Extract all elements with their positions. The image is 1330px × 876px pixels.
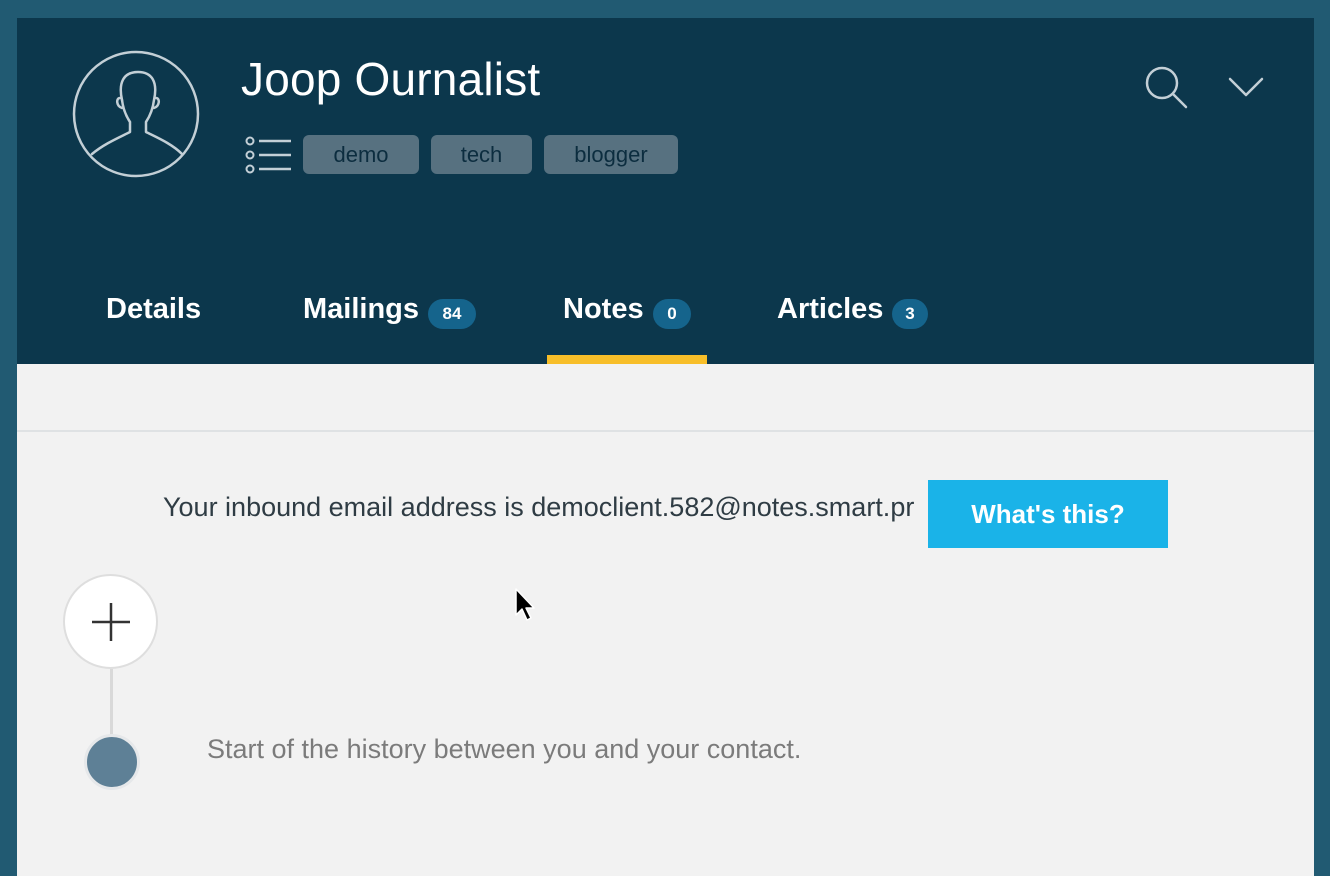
contact-window: Joop Ournalist demo tech blogger Details… [17, 18, 1314, 876]
avatar-icon [72, 50, 200, 178]
inbound-email-text: Your inbound email address is democlient… [163, 492, 915, 522]
mailings-count-badge: 84 [428, 299, 476, 329]
tab-articles-label: Articles [777, 293, 884, 325]
tag-blogger[interactable]: blogger [544, 135, 678, 174]
plus-icon [92, 603, 130, 641]
tag-tech[interactable]: tech [431, 135, 532, 174]
chevron-down-icon[interactable] [1227, 74, 1265, 100]
tab-mailings[interactable]: Mailings 84 [303, 280, 483, 364]
history-start-text: Start of the history between you and you… [207, 734, 802, 764]
search-icon[interactable] [1143, 64, 1189, 110]
mouse-cursor-icon [515, 588, 535, 621]
notes-toolbar [17, 364, 1314, 432]
timeline-line [110, 669, 113, 739]
contact-name: Joop Ournalist [241, 53, 541, 105]
notes-count-badge: 0 [653, 299, 691, 329]
timeline-start-dot [84, 734, 140, 790]
contact-header: Joop Ournalist demo tech blogger Details… [17, 18, 1314, 364]
tab-notes-label: Notes [563, 293, 644, 325]
active-tab-indicator [547, 355, 707, 364]
tab-details-label: Details [106, 293, 202, 325]
tab-notes[interactable]: Notes 0 [563, 280, 703, 364]
tag-demo[interactable]: demo [303, 135, 419, 174]
tab-mailings-label: Mailings [303, 293, 420, 325]
add-note-button[interactable] [63, 574, 158, 669]
tab-details[interactable]: Details [106, 280, 216, 364]
list-icon[interactable] [245, 136, 293, 174]
tab-bar: Details Mailings 84 Notes 0 Articles 3 [17, 280, 1314, 364]
articles-count-badge: 3 [892, 299, 928, 329]
tab-articles[interactable]: Articles 3 [777, 280, 937, 364]
whats-this-button[interactable]: What's this? [928, 480, 1168, 548]
